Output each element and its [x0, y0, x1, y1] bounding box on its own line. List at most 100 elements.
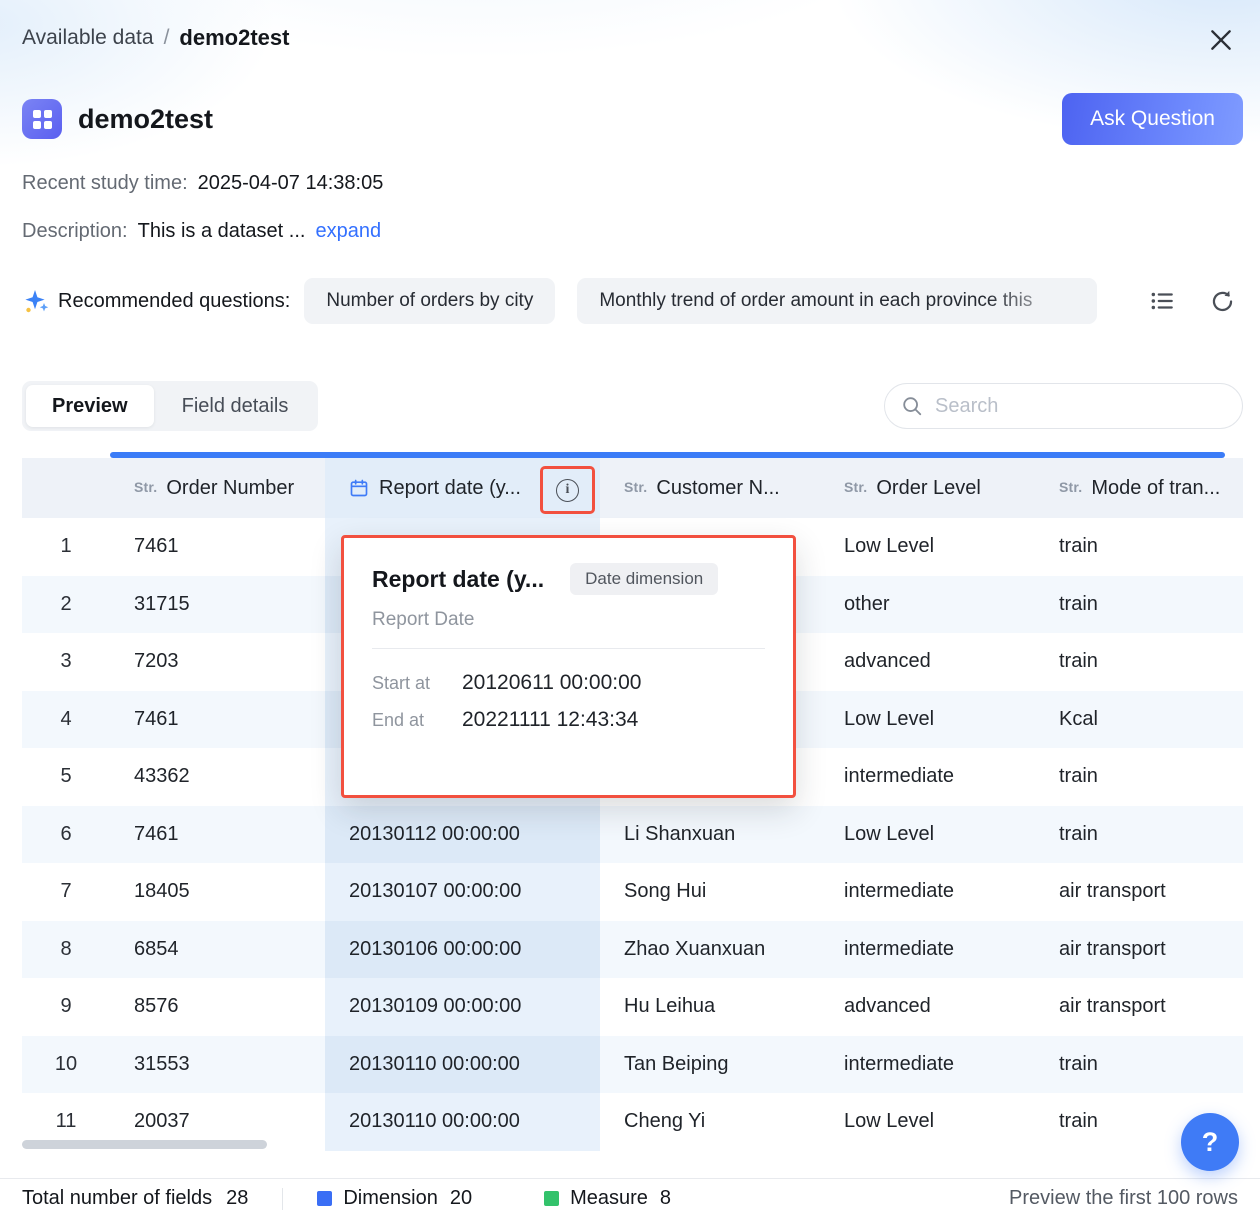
- calendar-icon: [349, 478, 369, 498]
- order-number-cell: 7461: [110, 806, 325, 864]
- order-number-cell: 7461: [110, 518, 325, 576]
- column-header-customer[interactable]: Str. Customer N...: [600, 458, 820, 518]
- search-icon: [901, 395, 923, 417]
- table-row: 8685420130106 00:00:00Zhao Xuanxuaninter…: [22, 921, 1243, 979]
- order-number-cell: 7203: [110, 633, 325, 691]
- preview-rows-note: Preview the first 100 rows: [1009, 1187, 1238, 1210]
- start-at-label: Start at: [372, 673, 462, 694]
- breadcrumb-parent-link[interactable]: Available data: [22, 26, 154, 50]
- dimension-color-swatch: [317, 1191, 332, 1206]
- close-icon: [1208, 27, 1234, 53]
- customer-name-cell: Li Shanxuan: [600, 806, 820, 864]
- field-info-popover: Report date (y... Date dimension Report …: [341, 535, 796, 798]
- list-icon: [1149, 288, 1175, 314]
- horizontal-scrollbar-top[interactable]: [110, 452, 1225, 458]
- column-header-transport-mode[interactable]: Str. Mode of tran...: [1035, 458, 1243, 518]
- row-index-cell: 7: [22, 863, 110, 921]
- string-type-badge: Str.: [134, 479, 157, 495]
- customer-name-cell: Hu Leihua: [600, 978, 820, 1036]
- study-time-line: Recent study time: 2025-04-07 14:38:05: [22, 172, 383, 195]
- column-header-label: Mode of tran...: [1091, 477, 1220, 500]
- transport-mode-cell: air transport: [1035, 863, 1243, 921]
- expand-link[interactable]: expand: [315, 220, 381, 243]
- recommended-question-1[interactable]: Number of orders by city: [304, 278, 555, 324]
- breadcrumb: Available data / demo2test: [22, 25, 289, 51]
- order-level-cell: advanced: [820, 633, 1035, 691]
- order-level-cell: Low Level: [820, 806, 1035, 864]
- recommended-actions: [1148, 287, 1236, 315]
- order-level-cell: intermediate: [820, 863, 1035, 921]
- string-type-badge: Str.: [844, 479, 867, 495]
- row-index-cell: 6: [22, 806, 110, 864]
- column-header-label: Report date (y...: [379, 477, 521, 500]
- column-header-order-level[interactable]: Str. Order Level: [820, 458, 1035, 518]
- sparkle-icon: [22, 287, 50, 315]
- report-date-cell: 20130106 00:00:00: [325, 921, 600, 979]
- transport-mode-cell: train: [1035, 518, 1243, 576]
- title-row: demo2test Ask Question: [22, 93, 1243, 145]
- page-title: demo2test: [78, 104, 213, 135]
- footer-bar: Total number of fields 28 Dimension 20 M…: [0, 1178, 1260, 1218]
- question-list-button[interactable]: [1148, 287, 1176, 315]
- customer-name-cell: Song Hui: [600, 863, 820, 921]
- order-number-cell: 8576: [110, 978, 325, 1036]
- dimension-legend: Dimension 20: [317, 1187, 472, 1210]
- total-fields-label: Total number of fields: [22, 1187, 212, 1210]
- order-level-cell: intermediate: [820, 921, 1035, 979]
- table-row: 6746120130112 00:00:00Li ShanxuanLow Lev…: [22, 806, 1243, 864]
- transport-mode-cell: air transport: [1035, 978, 1243, 1036]
- transport-mode-cell: train: [1035, 633, 1243, 691]
- order-number-cell: 43362: [110, 748, 325, 806]
- dimension-label: Dimension: [343, 1187, 437, 1210]
- search-input[interactable]: [933, 394, 1226, 419]
- view-tabs: Preview Field details: [22, 381, 318, 431]
- end-at-label: End at: [372, 710, 462, 731]
- report-date-cell: 20130110 00:00:00: [325, 1093, 600, 1151]
- dimension-count: 20: [450, 1187, 472, 1210]
- popover-end-row: End at 20221111 12:43:34: [372, 708, 765, 732]
- order-level-cell: Low Level: [820, 1093, 1035, 1151]
- recommended-questions-label: Recommended questions:: [58, 290, 290, 313]
- description-label: Description:: [22, 220, 128, 243]
- footer-divider: [282, 1188, 283, 1210]
- customer-name-cell: Cheng Yi: [600, 1093, 820, 1151]
- row-index-cell: 2: [22, 576, 110, 634]
- close-button[interactable]: [1206, 26, 1236, 56]
- order-number-cell: 7461: [110, 691, 325, 749]
- measure-label: Measure: [570, 1187, 648, 1210]
- study-time-value: 2025-04-07 14:38:05: [198, 172, 384, 195]
- ask-question-button[interactable]: Ask Question: [1062, 93, 1243, 145]
- info-icon-highlight-box: i: [540, 466, 595, 514]
- order-level-cell: other: [820, 576, 1035, 634]
- column-header-order-number[interactable]: Str. Order Number: [110, 458, 325, 518]
- refresh-icon: [1209, 288, 1236, 315]
- row-index-cell: 1: [22, 518, 110, 576]
- tab-preview[interactable]: Preview: [26, 385, 154, 427]
- dataset-detail-page: Available data / demo2test demo2test Ask…: [0, 0, 1260, 1218]
- horizontal-scrollbar-thumb[interactable]: [22, 1140, 267, 1149]
- recommended-question-2[interactable]: Monthly trend of order amount in each pr…: [577, 278, 1097, 324]
- tab-field-details[interactable]: Field details: [156, 385, 315, 427]
- report-date-cell: 20130112 00:00:00: [325, 806, 600, 864]
- popover-title-row: Report date (y... Date dimension: [372, 563, 765, 595]
- report-date-cell: 20130107 00:00:00: [325, 863, 600, 921]
- transport-mode-cell: Kcal: [1035, 691, 1243, 749]
- measure-legend: Measure 8: [544, 1187, 671, 1210]
- order-level-cell: Low Level: [820, 518, 1035, 576]
- measure-count: 8: [660, 1187, 671, 1210]
- study-time-label: Recent study time:: [22, 172, 188, 195]
- help-button[interactable]: ?: [1181, 1113, 1239, 1171]
- refresh-questions-button[interactable]: [1208, 287, 1236, 315]
- breadcrumb-separator: /: [164, 26, 170, 50]
- column-header-label: Order Number: [166, 477, 294, 500]
- measure-color-swatch: [544, 1191, 559, 1206]
- tabs-row: Preview Field details: [22, 381, 1243, 431]
- customer-name-cell: Zhao Xuanxuan: [600, 921, 820, 979]
- description-line: Description: This is a dataset ... expan…: [22, 220, 381, 243]
- column-header-index: [22, 458, 110, 518]
- popover-field-title: Report date (y...: [372, 566, 544, 593]
- transport-mode-cell: train: [1035, 806, 1243, 864]
- order-number-cell: 6854: [110, 921, 325, 979]
- info-icon[interactable]: i: [556, 479, 579, 502]
- popover-divider: [372, 648, 765, 649]
